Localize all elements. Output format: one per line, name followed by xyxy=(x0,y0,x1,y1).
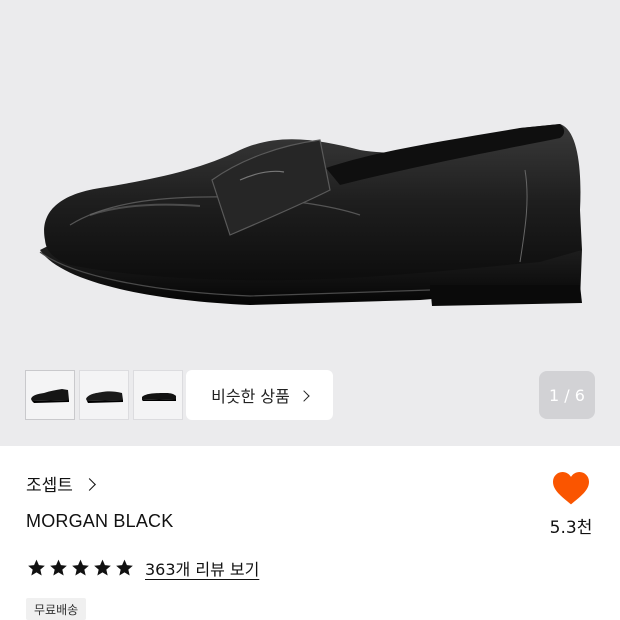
like-button[interactable]: 5.3천 xyxy=(541,470,601,538)
thumbnail-strip xyxy=(25,370,183,420)
chevron-right-icon xyxy=(83,477,96,491)
thumbnail-1[interactable] xyxy=(25,370,75,420)
similar-products-button[interactable]: 비슷한 상품 xyxy=(186,370,333,420)
image-pager: 1 / 6 xyxy=(539,371,595,419)
star-icon xyxy=(94,559,111,576)
shoe-thumbnail-icon xyxy=(86,391,123,403)
thumbnail-3[interactable] xyxy=(133,370,183,420)
star-icon xyxy=(50,559,67,576)
similar-products-label: 비슷한 상품 xyxy=(211,387,290,406)
heart-icon xyxy=(553,471,589,505)
rating-row: 363개 리뷰 보기 xyxy=(26,556,259,580)
shoe-thumbnail-icon xyxy=(142,393,176,401)
product-image-gallery[interactable]: 비슷한 상품 1 / 6 xyxy=(0,0,620,446)
thumbnail-2[interactable] xyxy=(79,370,129,420)
star-icon xyxy=(72,559,89,576)
like-count: 5.3천 xyxy=(549,518,593,538)
star-icon xyxy=(116,559,133,576)
reviews-link[interactable]: 363개 리뷰 보기 xyxy=(145,556,259,580)
brand-name: 조셉트 xyxy=(26,476,73,496)
product-name: MORGAN BLACK xyxy=(26,511,174,531)
star-rating xyxy=(26,558,135,578)
brand-link[interactable]: 조셉트 xyxy=(26,471,96,496)
star-icon xyxy=(28,559,45,576)
shoe-thumbnail-icon xyxy=(31,389,69,403)
chevron-right-icon xyxy=(298,389,310,402)
free-shipping-badge: 무료배송 xyxy=(26,598,87,620)
